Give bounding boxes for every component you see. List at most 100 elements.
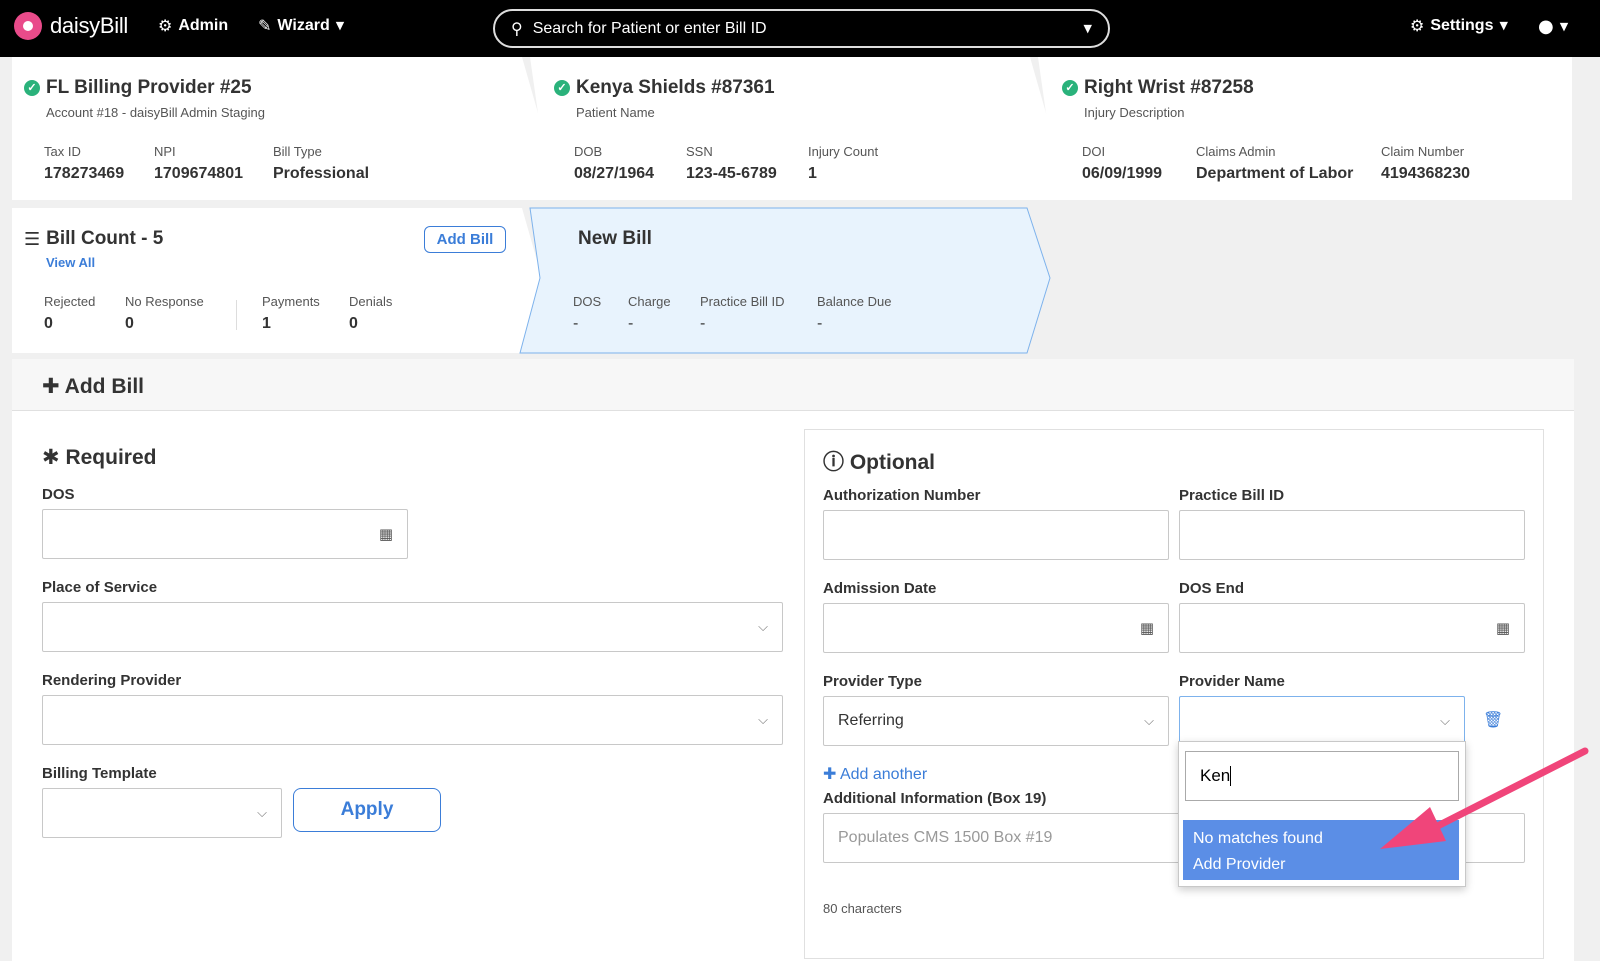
- field-value: 0: [349, 315, 358, 332]
- admission-date-input[interactable]: ▦: [823, 603, 1169, 653]
- injury-title-text: Right Wrist #87258: [1084, 77, 1254, 98]
- field-value: 178273469: [44, 165, 125, 182]
- rejected-field[interactable]: Rejected 0: [44, 294, 95, 333]
- denials-field[interactable]: Denials 0: [349, 294, 392, 333]
- injury-card-title[interactable]: ✓ Right Wrist #87258: [1062, 77, 1254, 99]
- field-value: -: [700, 315, 706, 332]
- brand-logo[interactable]: daisyBill: [14, 12, 128, 40]
- daisy-logo-icon: [14, 12, 42, 40]
- field-value: 06/09/1999: [1082, 165, 1163, 182]
- provider-search-value: Ken: [1200, 766, 1231, 785]
- field-label: NPI: [154, 144, 176, 159]
- calendar-icon[interactable]: ▦: [1496, 619, 1510, 637]
- rendering-provider-label: Rendering Provider: [42, 672, 182, 689]
- dos-end-label: DOS End: [1179, 580, 1245, 597]
- top-nav: daisyBill ⚙ Admin ✎ Wizard ▼ ⚲ Search fo…: [0, 0, 1600, 57]
- place-of-service-select[interactable]: ⌵: [42, 602, 783, 652]
- required-title-text: Required: [65, 446, 157, 469]
- field-label: Claims Admin: [1196, 144, 1276, 159]
- apply-button[interactable]: Apply: [293, 788, 441, 832]
- gear-icon: ⚙: [158, 16, 173, 35]
- payments-field[interactable]: Payments 1: [262, 294, 320, 333]
- calendar-icon[interactable]: ▦: [1140, 619, 1154, 637]
- dob-field: DOB 08/27/1964: [574, 144, 654, 183]
- field-label: Denials: [349, 294, 393, 309]
- practice-bill-id-label: Practice Bill ID: [1179, 487, 1285, 504]
- new-bill-title: New Bill: [578, 228, 652, 249]
- field-label: No Response: [125, 294, 204, 309]
- patient-search-input[interactable]: ⚲ Search for Patient or enter Bill ID ▼: [493, 9, 1110, 48]
- divider: [236, 300, 237, 330]
- asterisk-icon: ✱: [42, 445, 60, 469]
- field-label: Payments: [262, 294, 320, 309]
- chevron-down-icon: ⌵: [1144, 713, 1154, 729]
- bill-type-field: Bill Type Professional: [273, 144, 369, 183]
- field-value: -: [628, 315, 634, 332]
- practice-bill-id-input[interactable]: [1179, 510, 1525, 560]
- field-label: Rejected: [44, 294, 96, 309]
- new-bill-practice-id-field: Practice Bill ID -: [700, 294, 785, 333]
- admin-menu[interactable]: ⚙ Admin: [158, 16, 228, 35]
- user-menu[interactable]: ● ▼: [1538, 16, 1568, 37]
- billing-template-label: Billing Template: [42, 765, 157, 782]
- provider-name-label: Provider Name: [1179, 673, 1285, 690]
- billing-template-select[interactable]: ⌵: [42, 788, 282, 838]
- patient-card-title[interactable]: ✓ Kenya Shields #87361: [554, 77, 775, 99]
- check-circle-icon: ✓: [554, 80, 570, 96]
- add-provider-option[interactable]: Add Provider: [1193, 852, 1449, 878]
- rendering-provider-select[interactable]: ⌵: [42, 695, 783, 745]
- provider-type-select[interactable]: Referring ⌵: [823, 696, 1169, 746]
- check-circle-icon: ✓: [24, 80, 40, 96]
- view-all-link[interactable]: View All: [46, 255, 95, 270]
- dos-date-input[interactable]: ▦: [42, 509, 408, 559]
- plus-icon: ✚: [42, 374, 60, 398]
- optional-title-text: Optional: [849, 451, 936, 474]
- field-label: SSN: [686, 144, 713, 159]
- search-icon: ⚲: [511, 19, 523, 38]
- add-bill-button[interactable]: Add Bill: [424, 226, 506, 253]
- settings-menu[interactable]: ⚙ Settings ▼: [1410, 16, 1508, 35]
- plus-icon: ✚: [823, 764, 837, 783]
- provider-card-subtitle: Account #18 - daisyBill Admin Staging: [46, 105, 265, 120]
- provider-name-select[interactable]: ⌵: [1179, 696, 1465, 746]
- field-value: Department of Labor: [1196, 165, 1354, 182]
- additional-info-label: Additional Information (Box 19): [823, 790, 1047, 807]
- field-value: 0: [125, 315, 134, 332]
- claims-admin-field: Claims Admin Department of Labor: [1196, 144, 1353, 183]
- chevron-down-icon: ⌵: [758, 619, 768, 635]
- add-another-link[interactable]: ✚ Add another: [823, 764, 927, 784]
- chevron-down-icon: ▼: [1559, 20, 1569, 33]
- chevron-down-icon[interactable]: ▼: [1084, 22, 1092, 35]
- field-label: DOB: [574, 144, 603, 159]
- chevron-down-icon: ▼: [1499, 19, 1508, 32]
- provider-type-label: Provider Type: [823, 673, 922, 690]
- field-value: -: [573, 315, 579, 332]
- field-label: Bill Type: [273, 144, 322, 159]
- add-another-text: Add another: [839, 766, 928, 783]
- new-bill-charge-field: Charge -: [628, 294, 671, 333]
- patient-card-subtitle: Patient Name: [576, 105, 655, 120]
- additional-info-placeholder: Populates CMS 1500 Box #19: [838, 829, 1053, 846]
- dos-label: DOS: [42, 486, 75, 503]
- field-value: -: [817, 315, 823, 332]
- new-bill-dos-field: DOS -: [573, 294, 601, 333]
- authorization-number-input[interactable]: [823, 510, 1169, 560]
- dos-end-input[interactable]: ▦: [1179, 603, 1525, 653]
- summary-cards-shapes: [12, 57, 1572, 354]
- provider-title-text: FL Billing Provider #25: [46, 77, 252, 98]
- admin-label: Admin: [178, 16, 229, 34]
- provider-card-title[interactable]: ✓ FL Billing Provider #25: [24, 77, 252, 99]
- chevron-down-icon: ⌵: [1440, 713, 1450, 729]
- no-response-field[interactable]: No Response 0: [125, 294, 204, 333]
- wizard-menu[interactable]: ✎ Wizard ▼: [258, 16, 344, 35]
- calendar-icon[interactable]: ▦: [379, 525, 393, 543]
- field-label: Practice Bill ID: [700, 294, 785, 309]
- info-circle-icon: ⓘ: [823, 450, 844, 474]
- patient-title-text: Kenya Shields #87361: [576, 77, 775, 98]
- field-value: 08/27/1964: [574, 165, 655, 182]
- field-value: Professional: [273, 165, 370, 182]
- trash-icon[interactable]: 🗑: [1483, 710, 1503, 729]
- brand-name: daisyBill: [50, 13, 128, 38]
- claim-number-field: Claim Number 4194368230: [1381, 144, 1470, 183]
- optional-section-title: ⓘ Optional: [823, 446, 935, 476]
